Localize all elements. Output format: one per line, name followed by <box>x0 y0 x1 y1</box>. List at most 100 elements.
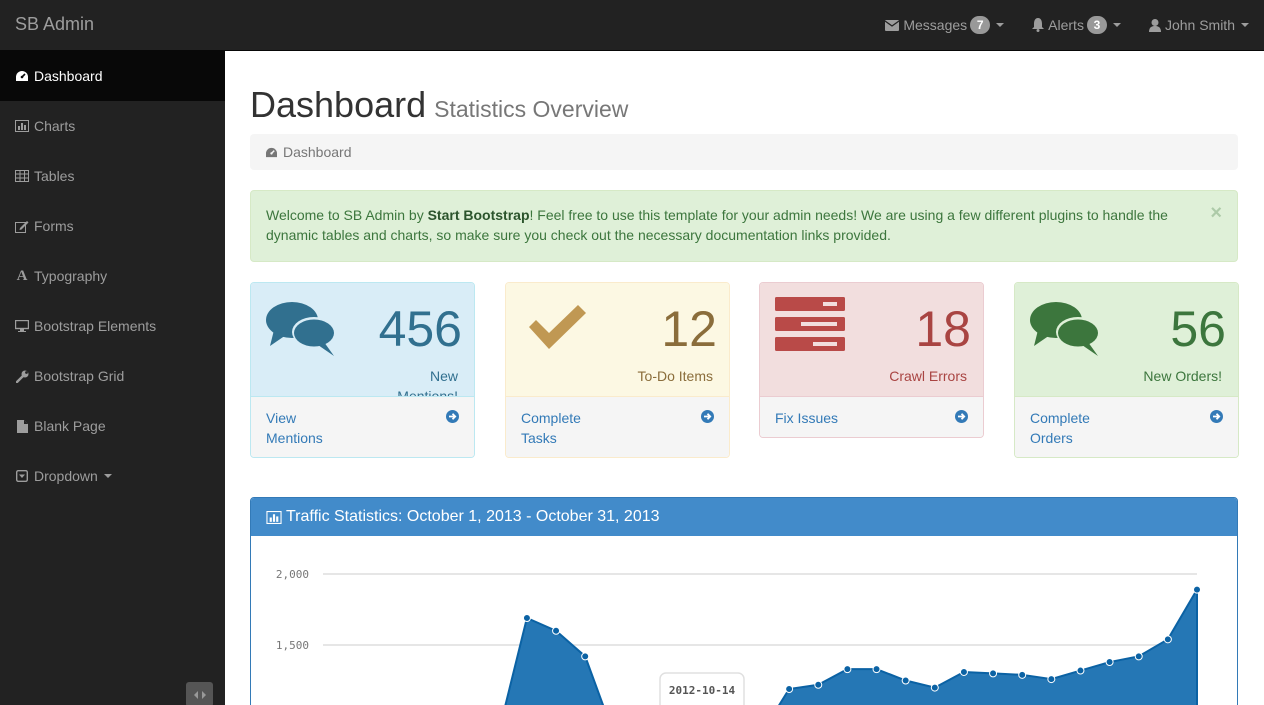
data-point <box>843 665 852 674</box>
alert-text-start: Welcome to SB Admin by <box>266 207 428 223</box>
data-point <box>581 652 590 661</box>
data-point <box>1018 670 1027 679</box>
sidebar-item-dropdown[interactable]: Dropdown <box>0 451 225 501</box>
comments-icon <box>1030 302 1100 356</box>
user-dropdown[interactable]: John Smith <box>1148 17 1249 33</box>
check-icon <box>529 305 586 349</box>
sidebar-toggle-button[interactable] <box>186 682 213 705</box>
brand-logo[interactable]: SB Admin <box>15 14 94 35</box>
sidebar-item-label: Bootstrap Elements <box>34 318 157 334</box>
alert-link-start-bootstrap[interactable]: Start Bootstrap <box>428 207 530 223</box>
card-number: 18 <box>915 301 971 357</box>
dashboard-icon <box>266 147 277 157</box>
data-point <box>1134 652 1143 661</box>
card-footer-label: View Mentions <box>266 410 323 446</box>
user-name: John Smith <box>1164 17 1235 33</box>
bar-chart-icon <box>15 119 29 133</box>
alerts-dropdown[interactable]: Alerts 3 <box>1032 16 1121 34</box>
sidebar-item-typography[interactable]: A Typography <box>0 251 225 301</box>
traffic-panel: Traffic Statistics: October 1, 2013 - Oc… <box>250 497 1238 705</box>
card-label: To-Do Items <box>637 368 713 384</box>
edit-icon <box>15 219 29 233</box>
fix-issues-link[interactable]: Fix Issues <box>760 396 983 437</box>
card-header: 18 Crawl Errors <box>760 283 983 396</box>
complete-orders-link[interactable]: Complete Orders <box>1015 396 1238 457</box>
sidebar-item-label: Dashboard <box>34 68 103 84</box>
sidebar-item-label: Dropdown <box>34 468 98 484</box>
alerts-badge: 3 <box>1086 16 1107 34</box>
table-icon <box>15 169 29 183</box>
card-number: 56 <box>1170 301 1226 357</box>
sidebar-item-blank-page[interactable]: Blank Page <box>0 401 225 451</box>
alerts-label: Alerts <box>1048 17 1084 33</box>
view-mentions-link[interactable]: View Mentions <box>251 396 474 457</box>
dashboard-icon <box>15 69 29 83</box>
tasks-list-icon <box>775 297 845 351</box>
card-number: 456 <box>378 301 462 357</box>
traffic-area-chart: 2,000 1,500 2012-10-14 <box>276 568 1201 705</box>
tasks-card: 12 To-Do Items Complete Tasks <box>505 282 730 458</box>
sidebar-item-dashboard[interactable]: Dashboard <box>0 51 225 101</box>
card-header: 456 New Mentions! <box>251 283 474 404</box>
data-point <box>872 665 881 674</box>
user-icon <box>1148 18 1161 32</box>
data-point <box>1193 585 1201 594</box>
arrow-circle-right-icon <box>955 410 968 423</box>
page-title-text: Dashboard <box>250 84 427 125</box>
sidebar: Dashboard Charts Tables Forms A Typograp… <box>0 51 225 705</box>
card-number: 12 <box>661 301 717 357</box>
font-icon: A <box>16 267 28 284</box>
arrow-circle-right-icon <box>701 410 714 423</box>
data-point <box>901 676 910 685</box>
data-point <box>785 685 794 694</box>
sidebar-item-tables[interactable]: Tables <box>0 151 225 201</box>
mentions-card: 456 New Mentions! View Mentions <box>250 282 475 458</box>
data-point <box>552 626 561 635</box>
messages-label: Messages <box>903 17 968 33</box>
messages-dropdown[interactable]: Messages 7 <box>885 16 1005 34</box>
envelope-icon <box>885 19 900 31</box>
card-footer-label: Complete Orders <box>1030 410 1090 446</box>
sidebar-item-bootstrap-elements[interactable]: Bootstrap Elements <box>0 301 225 351</box>
bar-chart-icon <box>266 510 282 524</box>
chart-tooltip-date: 2012-10-14 <box>669 684 736 697</box>
data-point <box>1047 675 1056 684</box>
y-tick-label: 1,500 <box>276 639 309 652</box>
card-label: New Orders! <box>1143 368 1222 384</box>
sidebar-item-charts[interactable]: Charts <box>0 101 225 151</box>
arrow-circle-right-icon <box>1210 410 1223 423</box>
y-tick-label: 2,000 <box>276 568 309 581</box>
data-point <box>989 669 998 678</box>
breadcrumb: Dashboard <box>250 134 1238 170</box>
welcome-alert: Welcome to SB Admin by Start Bootstrap! … <box>250 190 1238 262</box>
data-point <box>959 667 968 676</box>
complete-tasks-link[interactable]: Complete Tasks <box>506 396 729 457</box>
caret-square-icon <box>15 469 29 483</box>
series-area <box>778 585 1198 705</box>
code-arrows-icon <box>193 690 206 699</box>
alert-close-button[interactable]: × <box>1210 203 1222 223</box>
sidebar-item-label: Typography <box>34 268 108 284</box>
card-header: 12 To-Do Items <box>506 283 729 396</box>
breadcrumb-active: Dashboard <box>283 144 352 160</box>
sidebar-item-forms[interactable]: Forms <box>0 201 225 251</box>
traffic-chart-area: 2,000 1,500 2012-10-14 <box>251 536 1237 705</box>
traffic-panel-header: Traffic Statistics: October 1, 2013 - Oc… <box>251 498 1237 536</box>
page-title: Dashboard Statistics Overview <box>250 84 628 126</box>
top-navbar: SB Admin Messages 7 Alerts 3 John Smith <box>0 0 1264 51</box>
sidebar-item-label: Charts <box>34 118 76 134</box>
card-footer-label: Fix Issues <box>775 410 839 426</box>
desktop-icon <box>15 319 29 333</box>
caret-down-icon <box>103 474 112 478</box>
sidebar-item-label: Tables <box>34 168 75 184</box>
card-footer-label: Complete Tasks <box>521 410 581 446</box>
data-point <box>814 680 823 689</box>
traffic-title: Traffic Statistics: October 1, 2013 - Oc… <box>286 508 660 525</box>
errors-card: 18 Crawl Errors Fix Issues <box>759 282 984 438</box>
card-label: Crawl Errors <box>889 368 967 384</box>
caret-down-icon <box>1112 23 1121 27</box>
bell-icon <box>1032 18 1045 32</box>
data-point <box>522 614 531 623</box>
wrench-icon <box>15 369 29 383</box>
sidebar-item-bootstrap-grid[interactable]: Bootstrap Grid <box>0 351 225 401</box>
